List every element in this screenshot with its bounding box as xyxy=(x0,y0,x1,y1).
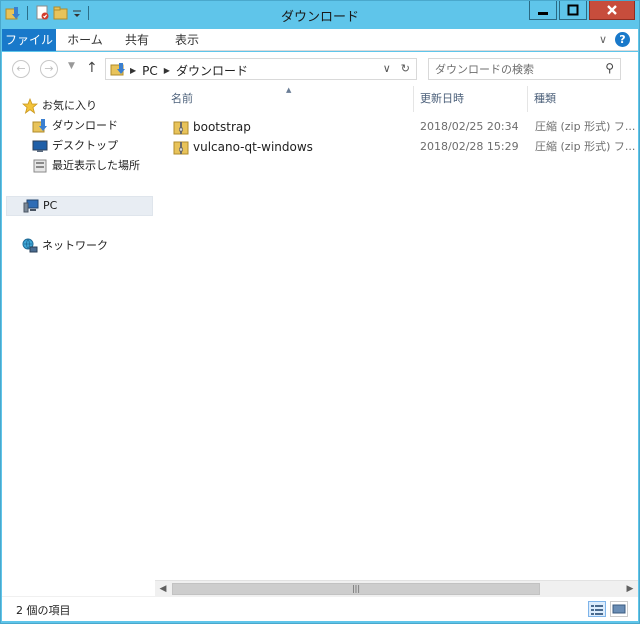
forward-button[interactable]: → xyxy=(40,60,58,78)
address-dropdown-icon[interactable]: ∨ xyxy=(383,62,391,75)
nav-favorites[interactable]: お気に入り xyxy=(22,96,97,116)
nav-item-pc-label: PC xyxy=(43,199,58,212)
file-name-cell: bootstrap xyxy=(173,117,251,137)
tab-file[interactable]: ファイル xyxy=(2,29,56,51)
view-toggle xyxy=(588,601,628,617)
file-row[interactable]: bootstrap 2018/02/25 20:34 圧縮 (zip 形式) フ… xyxy=(155,117,638,137)
navigation-bar: ← → ▼ ↑ ▶ PC ▶ ダウンロード ∨ ↻ ⚲ xyxy=(2,52,638,86)
address-tools: ∨ ↻ xyxy=(383,62,410,75)
scrollbar-thumb[interactable]: ||| xyxy=(172,583,540,595)
zip-folder-icon xyxy=(173,141,189,155)
minimize-icon xyxy=(538,12,548,15)
tab-home[interactable]: ホーム xyxy=(62,29,108,51)
recent-locations-dropdown-icon[interactable]: ▼ xyxy=(68,61,75,71)
large-icons-view-button[interactable] xyxy=(610,601,628,617)
back-arrow-icon: ← xyxy=(16,62,26,75)
nav-item-recent-places-label: 最近表示した場所 xyxy=(52,159,140,172)
maximize-button[interactable] xyxy=(559,1,587,20)
tab-view[interactable]: 表示 xyxy=(166,29,208,51)
nav-item-downloads[interactable]: ダウンロード xyxy=(32,116,118,136)
recent-places-icon xyxy=(33,159,47,173)
scroll-left-icon[interactable]: ◀ xyxy=(155,582,171,596)
column-header-type[interactable]: 種類 xyxy=(528,86,638,112)
close-button[interactable] xyxy=(589,1,635,20)
network-icon xyxy=(22,238,38,253)
nav-item-desktop-label: デスクトップ xyxy=(52,139,118,152)
address-bar[interactable]: ▶ PC ▶ ダウンロード ∨ ↻ xyxy=(105,58,417,80)
search-input[interactable] xyxy=(435,60,595,78)
zip-folder-icon xyxy=(173,121,189,135)
nav-item-downloads-label: ダウンロード xyxy=(52,119,118,132)
details-view-icon xyxy=(591,605,603,615)
expand-ribbon-icon[interactable]: ∨ xyxy=(599,33,607,46)
breadcrumb-pc[interactable]: PC xyxy=(142,64,158,78)
computer-icon xyxy=(23,199,39,213)
nav-item-network-label: ネットワーク xyxy=(42,239,108,252)
refresh-icon[interactable]: ↻ xyxy=(401,62,410,75)
nav-item-recent-places[interactable]: 最近表示した場所 xyxy=(32,156,140,176)
main-area: お気に入り ダウンロード デスクトップ 最近表示した場所 PC ネットワーク ▲… xyxy=(2,86,638,596)
scroll-right-icon[interactable]: ▶ xyxy=(622,582,638,596)
desktop-icon xyxy=(32,140,48,152)
navigation-pane: お気に入り ダウンロード デスクトップ 最近表示した場所 PC ネットワーク xyxy=(2,86,153,596)
downloads-folder-icon xyxy=(110,62,126,80)
status-bar: 2 個の項目 xyxy=(2,596,638,621)
column-header-date-modified[interactable]: 更新日時 xyxy=(414,86,528,112)
file-type: 圧縮 (zip 形式) フ... xyxy=(535,140,635,153)
search-icon[interactable]: ⚲ xyxy=(605,61,614,75)
large-icons-view-icon xyxy=(612,604,626,614)
file-date: 2018/02/28 15:29 xyxy=(420,140,519,153)
file-name: bootstrap xyxy=(193,120,251,134)
window-controls xyxy=(529,1,635,20)
file-name-cell: vulcano-qt-windows xyxy=(173,137,313,157)
forward-arrow-icon: → xyxy=(44,62,54,75)
tab-share[interactable]: 共有 xyxy=(116,29,158,51)
star-icon xyxy=(22,98,38,114)
ribbon-right-tools: ∨ ? xyxy=(599,32,630,47)
file-date: 2018/02/25 20:34 xyxy=(420,120,519,133)
file-list: ▲ 名前 更新日時 種類 bootstrap 2018/02/25 20:34 … xyxy=(155,86,638,596)
help-icon[interactable]: ? xyxy=(615,32,630,47)
breadcrumb-downloads[interactable]: ダウンロード xyxy=(176,62,248,79)
details-view-button[interactable] xyxy=(588,601,606,617)
breadcrumb-arrow-icon[interactable]: ▶ xyxy=(164,66,170,75)
file-name: vulcano-qt-windows xyxy=(193,140,313,154)
close-icon xyxy=(607,5,617,15)
item-count: 2 個の項目 xyxy=(16,604,71,617)
nav-item-desktop[interactable]: デスクトップ xyxy=(32,136,118,156)
ribbon-tabs: ファイル ホーム 共有 表示 ∨ ? xyxy=(2,29,638,51)
maximize-icon xyxy=(567,4,579,16)
horizontal-scrollbar[interactable]: ◀ ||| ▶ xyxy=(155,580,638,596)
file-row[interactable]: vulcano-qt-windows 2018/02/28 15:29 圧縮 (… xyxy=(155,137,638,157)
file-type: 圧縮 (zip 形式) フ... xyxy=(535,120,635,133)
back-button[interactable]: ← xyxy=(12,60,30,78)
breadcrumb-arrow-icon[interactable]: ▶ xyxy=(130,66,136,75)
search-box[interactable]: ⚲ xyxy=(428,58,621,80)
column-header-name[interactable]: 名前 xyxy=(155,86,414,112)
explorer-window: ダウンロード ファイル ホーム 共有 表示 ∨ ? ← → ▼ ↑ ▶ PC ▶… xyxy=(0,0,640,624)
up-arrow-icon[interactable]: ↑ xyxy=(86,60,98,76)
nav-item-pc[interactable]: PC xyxy=(6,196,153,216)
title-bar: ダウンロード xyxy=(1,1,639,29)
breadcrumb: ▶ PC ▶ ダウンロード xyxy=(130,62,248,79)
nav-item-network[interactable]: ネットワーク xyxy=(22,236,108,256)
nav-favorites-label: お気に入り xyxy=(42,99,97,112)
downloads-icon xyxy=(32,119,47,133)
minimize-button[interactable] xyxy=(529,1,557,20)
